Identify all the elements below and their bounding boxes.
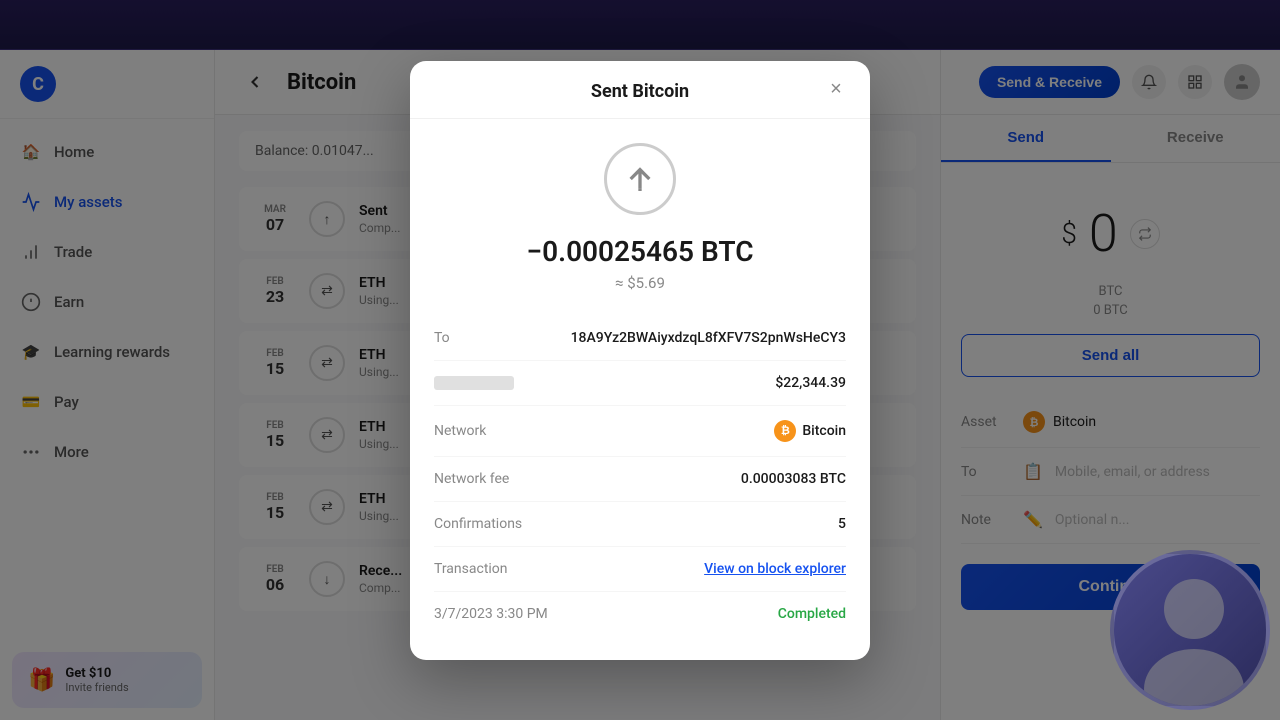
detail-network-value: ₿ Bitcoin (774, 420, 846, 442)
detail-fee-label: Network fee (434, 471, 509, 487)
detail-row-to: To 18A9Yz2BWAiyxdzqL8fXFV7S2pnWsHeCY3 (434, 316, 846, 361)
detail-row-fee: Network fee 0.00003083 BTC (434, 457, 846, 502)
detail-row-network: Network ₿ Bitcoin (434, 406, 846, 457)
detail-row-confirmations: Confirmations 5 (434, 502, 846, 547)
send-transaction-icon (604, 143, 676, 215)
detail-transaction-label: Transaction (434, 561, 508, 577)
send-arrow-icon (622, 161, 658, 197)
detail-row-price: $22,344.39 (434, 361, 846, 406)
detail-row-transaction: Transaction View on block explorer (434, 547, 846, 592)
transaction-detail-modal: Sent Bitcoin × −0.00025465 BTC ≈ $5.69 (410, 61, 870, 660)
detail-fee-value: 0.00003083 BTC (741, 471, 846, 487)
detail-confirmations-label: Confirmations (434, 516, 522, 532)
modal-close-button[interactable]: × (822, 75, 850, 103)
price-label-blurred (434, 376, 514, 390)
modal-icon-area (434, 143, 846, 215)
modal-amount: −0.00025465 BTC (434, 235, 846, 268)
detail-row-date: 3/7/2023 3:30 PM Completed (434, 592, 846, 636)
modal-header: Sent Bitcoin × (410, 61, 870, 119)
detail-confirmations-value: 5 (838, 516, 846, 532)
detail-network-label: Network (434, 423, 486, 439)
detail-to-label: To (434, 330, 450, 346)
modal-usd-value: ≈ $5.69 (434, 274, 846, 292)
modal-overlay[interactable]: Sent Bitcoin × −0.00025465 BTC ≈ $5.69 (0, 0, 1280, 720)
btc-network-badge: ₿ (774, 420, 796, 442)
detail-price-value: $22,344.39 (775, 375, 846, 391)
network-name: Bitcoin (802, 423, 846, 439)
detail-to-value: 18A9Yz2BWAiyxdzqL8fXFV7S2pnWsHeCY3 (571, 330, 846, 346)
modal-title: Sent Bitcoin (591, 81, 689, 102)
detail-status-value: Completed (778, 606, 846, 622)
detail-date-label: 3/7/2023 3:30 PM (434, 606, 548, 622)
modal-body: −0.00025465 BTC ≈ $5.69 To 18A9Yz2BWAiyx… (410, 119, 870, 660)
view-block-explorer-link[interactable]: View on block explorer (704, 561, 846, 577)
